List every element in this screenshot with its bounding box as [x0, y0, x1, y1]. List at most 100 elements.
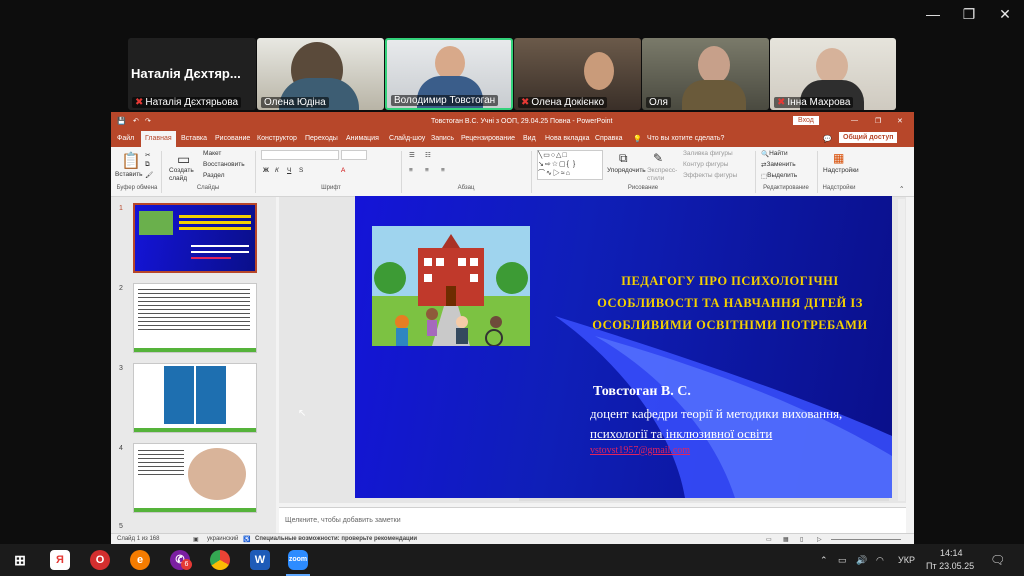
close-icon[interactable]: ✕: [897, 117, 903, 125]
replace-button[interactable]: ⇄ Заменить: [761, 161, 796, 169]
font-size-select[interactable]: [341, 150, 367, 160]
current-slide[interactable]: ПЕДАГОГУ ПРО ПСИХОЛОГІЧНІ ОСОБЛИВОСТІ ТА…: [355, 196, 892, 498]
reset-button[interactable]: Восстановить: [203, 161, 245, 168]
underline-button[interactable]: Ч: [287, 167, 291, 174]
format-painter-icon[interactable]: 🖌: [145, 171, 153, 179]
restore-icon[interactable]: ❐: [954, 6, 984, 23]
clock-date[interactable]: Пт 23.05.25: [926, 561, 974, 571]
save-icon[interactable]: 💾: [117, 117, 126, 125]
participant-tile[interactable]: Оля: [642, 38, 769, 110]
minimize-icon[interactable]: —: [918, 6, 948, 22]
battery-icon[interactable]: ▭: [838, 555, 847, 566]
align-left-icon[interactable]: ≡: [409, 167, 413, 174]
tab-design[interactable]: Конструктор: [257, 135, 297, 142]
tab-review[interactable]: Рецензирование: [461, 135, 515, 142]
share-button[interactable]: Общий доступ: [839, 132, 898, 143]
font-color-button[interactable]: A: [341, 167, 345, 174]
tell-me-search[interactable]: Что вы хотите сделать?: [647, 135, 724, 142]
shape-fill-button[interactable]: Заливка фигуры: [683, 150, 733, 157]
bullets-icon[interactable]: ☰: [409, 151, 415, 159]
layout-button[interactable]: Макет: [203, 150, 221, 157]
paste-icon[interactable]: 📋: [121, 151, 141, 171]
zoom-icon[interactable]: zoom: [288, 550, 308, 570]
minimize-icon[interactable]: —: [851, 117, 858, 124]
select-button[interactable]: ⬚ Выделить: [761, 172, 797, 180]
section-button[interactable]: Раздел: [203, 172, 224, 179]
slide-thumbnail-4[interactable]: [133, 443, 257, 513]
volume-icon[interactable]: 🔊: [856, 555, 867, 566]
participant-tile[interactable]: Олена Юдіна: [257, 38, 384, 110]
comments-icon[interactable]: 💬: [823, 135, 832, 143]
copy-icon[interactable]: ⧉: [145, 161, 150, 169]
login-button[interactable]: Вход: [793, 116, 819, 125]
addins-icon[interactable]: ▦: [833, 151, 844, 165]
network-icon[interactable]: ◠: [876, 555, 884, 566]
slide-thumbnail-1[interactable]: [133, 203, 257, 273]
slide-thumbnail-3[interactable]: [133, 363, 257, 433]
accessibility-icon[interactable]: ♿: [243, 536, 250, 543]
bold-button[interactable]: Ж: [263, 167, 269, 174]
tab-insert[interactable]: Вставка: [181, 135, 207, 142]
express-styles-button[interactable]: Экспресс-стили: [647, 167, 681, 183]
slideshow-view-icon[interactable]: ▷: [817, 536, 822, 543]
undo-icon[interactable]: ↶: [133, 117, 139, 125]
tab-view[interactable]: Вид: [523, 135, 536, 142]
collapse-ribbon-icon[interactable]: ⌃: [899, 185, 904, 193]
redo-icon[interactable]: ↷: [145, 117, 151, 125]
numbering-icon[interactable]: ☷: [425, 151, 431, 159]
restore-icon[interactable]: ❐: [875, 117, 881, 125]
chrome-icon[interactable]: [210, 550, 230, 570]
tab-home[interactable]: Главная: [141, 131, 176, 147]
tab-animations[interactable]: Анимация: [346, 135, 379, 142]
tab-transitions[interactable]: Переходы: [305, 135, 338, 142]
styles-icon[interactable]: ✎: [653, 151, 663, 165]
vertical-scrollbar[interactable]: [898, 199, 905, 501]
slide-thumbnail-2[interactable]: [133, 283, 257, 353]
notifications-icon[interactable]: 🗨: [990, 553, 1005, 567]
language-indicator[interactable]: украинский: [207, 536, 238, 542]
windows-start-icon[interactable]: ⊞: [10, 550, 30, 570]
find-button[interactable]: 🔍 Найти: [761, 150, 788, 158]
tab-draw[interactable]: Рисование: [215, 135, 250, 142]
align-center-icon[interactable]: ≡: [425, 167, 429, 174]
spellcheck-icon[interactable]: ▣: [193, 536, 199, 543]
align-right-icon[interactable]: ≡: [441, 167, 445, 174]
tab-slideshow[interactable]: Слайд-шоу: [389, 135, 425, 142]
addins-button[interactable]: Надстройки: [823, 167, 859, 174]
tab-file[interactable]: Файл: [117, 135, 134, 142]
cut-icon[interactable]: ✂: [145, 151, 150, 159]
tab-custom[interactable]: Нова вкладка: [545, 135, 589, 142]
notes-pane[interactable]: Щелкните, чтобы добавить заметки: [279, 507, 906, 533]
edge-icon[interactable]: e: [130, 550, 150, 570]
arrange-icon[interactable]: ⧉: [619, 151, 628, 166]
normal-view-icon[interactable]: ▭: [766, 536, 772, 543]
font-family-select[interactable]: [261, 150, 339, 160]
zoom-slider[interactable]: [831, 539, 901, 540]
accessibility-status[interactable]: Специальные возможности: проверьте реком…: [255, 536, 417, 542]
strikethrough-button[interactable]: S: [299, 167, 303, 174]
close-icon[interactable]: ✕: [990, 6, 1020, 23]
new-slide-icon[interactable]: ▭: [177, 151, 190, 168]
paste-button[interactable]: Вставить: [115, 171, 143, 178]
shape-effects-button[interactable]: Эффекты фигуры: [683, 172, 737, 179]
opera-icon[interactable]: O: [90, 550, 110, 570]
show-hidden-icons[interactable]: ⌃: [820, 555, 828, 566]
participant-tile-active[interactable]: Володимир Товстоган: [385, 38, 513, 110]
yandex-browser-icon[interactable]: Я: [50, 550, 70, 570]
participant-tile[interactable]: ✖ Інна Махрова: [770, 38, 896, 110]
arrange-button[interactable]: Упорядочить: [607, 167, 646, 174]
language-indicator[interactable]: УКР: [898, 555, 915, 565]
slide-email-link[interactable]: vstovst1957@gmail.com: [590, 445, 690, 456]
shapes-gallery[interactable]: ╲▭○△□ ↘⇨☆▢{ } ⌒∿▷≈⌂: [537, 150, 603, 180]
participant-tile[interactable]: Наталія Дєхтяр... ✖ Наталія Дєхтярьова: [128, 38, 256, 110]
italic-button[interactable]: К: [275, 167, 279, 174]
word-icon[interactable]: W: [250, 550, 270, 570]
new-slide-button[interactable]: Создать слайд: [169, 167, 199, 183]
tab-record[interactable]: Запись: [431, 135, 454, 142]
slide-sorter-icon[interactable]: ▦: [783, 536, 789, 543]
reading-view-icon[interactable]: ▯: [800, 536, 803, 543]
tab-help[interactable]: Справка: [595, 135, 622, 142]
participant-tile[interactable]: ✖ Олена Докієнко: [514, 38, 641, 110]
clock-time[interactable]: 14:14: [940, 548, 963, 558]
shape-outline-button[interactable]: Контур фигуры: [683, 161, 728, 168]
